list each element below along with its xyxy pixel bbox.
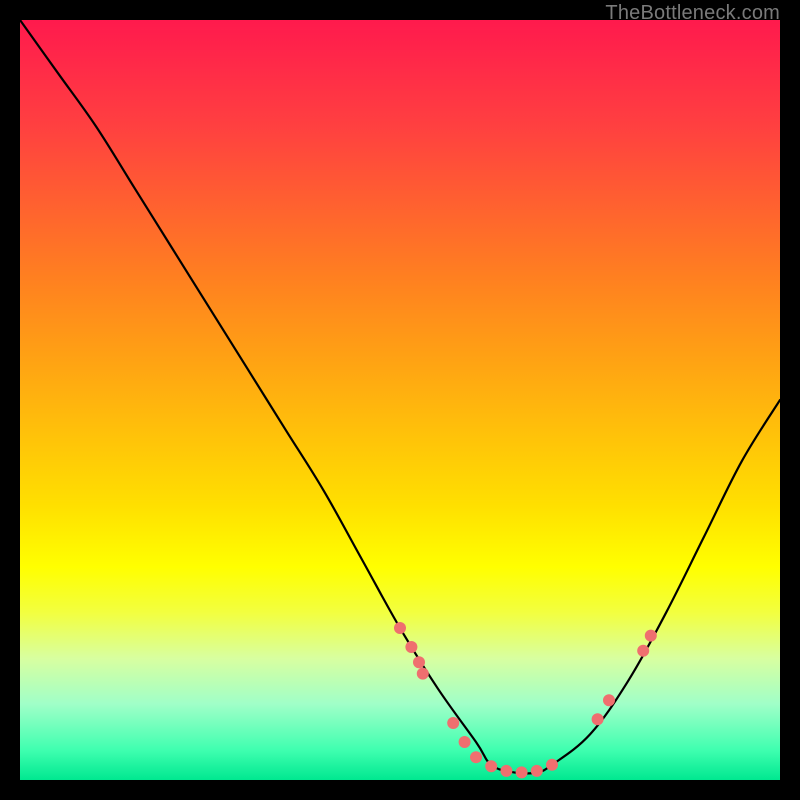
highlight-dot <box>546 759 558 771</box>
plot-area <box>20 20 780 780</box>
highlight-dot <box>417 668 429 680</box>
highlight-dot <box>405 641 417 653</box>
chart-svg <box>20 20 780 780</box>
highlight-dot <box>413 656 425 668</box>
highlight-dot <box>531 765 543 777</box>
highlight-dots-group <box>394 622 657 778</box>
highlight-dot <box>637 645 649 657</box>
highlight-dot <box>603 694 615 706</box>
highlight-dot <box>485 760 497 772</box>
highlight-dot <box>394 622 406 634</box>
highlight-dot <box>645 630 657 642</box>
highlight-dot <box>592 713 604 725</box>
highlight-dot <box>447 717 459 729</box>
highlight-dot <box>516 766 528 778</box>
watermark-text: TheBottleneck.com <box>605 2 780 25</box>
chart-container: TheBottleneck.com <box>0 0 800 800</box>
highlight-dot <box>470 751 482 763</box>
highlight-dot <box>459 736 471 748</box>
bottleneck-curve <box>20 20 780 773</box>
highlight-dot <box>500 765 512 777</box>
